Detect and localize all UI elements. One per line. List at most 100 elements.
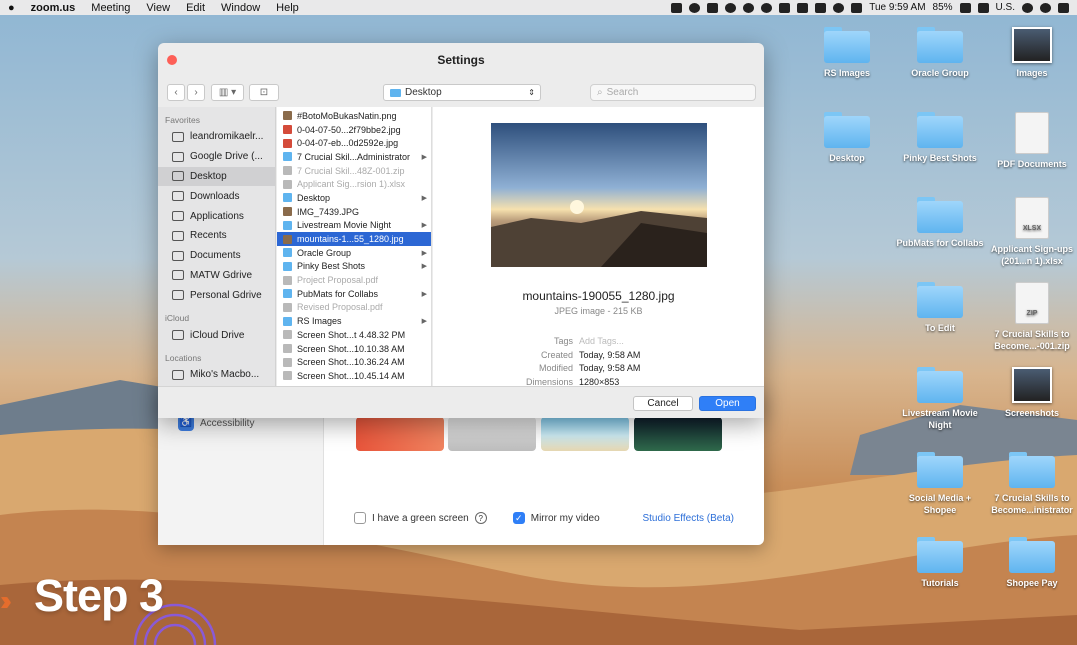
search-spotlight-icon[interactable] [1022,2,1033,13]
background-thumb-1[interactable] [356,417,444,451]
desktop-icon[interactable]: PDF Documents [987,112,1077,170]
file-row[interactable]: IMG_7439.JPG [277,205,431,219]
file-row[interactable]: 7 Crucial Skil...48Z-001.zip [277,164,431,178]
image-stack-icon [1012,367,1052,403]
desktop-icon[interactable]: Social Media + Shopee [895,452,985,516]
desktop-icon[interactable]: Oracle Group [895,27,985,79]
file-row[interactable]: Pinky Best Shots ▶ [277,260,431,274]
desktop-icon[interactable]: Shopee Pay [987,537,1077,589]
desktop-icon[interactable]: 7 Crucial Skills to Become...inistrator [987,452,1077,516]
control-center-icon[interactable] [1058,2,1069,13]
file-name: PubMats for Collabs [297,288,379,299]
file-row[interactable]: Applicant Sig...rsion 1).xlsx [277,177,431,191]
menu-help[interactable]: Help [268,2,307,14]
apple-menu-icon[interactable]: ● [0,2,23,14]
desktop-icon[interactable]: XLSX Applicant Sign-ups (201...n 1).xlsx [987,197,1077,267]
background-thumb-aurora[interactable] [634,417,722,451]
wifi-icon[interactable] [833,2,845,13]
desktop-icon[interactable]: To Edit [895,282,985,334]
hand-icon[interactable] [815,2,827,13]
siri-icon[interactable] [1040,2,1051,13]
menu-window[interactable]: Window [213,2,268,14]
file-row[interactable]: Project Proposal.pdf [277,273,431,287]
metadata-value: 1280×853 [579,376,620,387]
file-row[interactable]: 7 Crucial Skil...Administrator ▶ [277,150,431,164]
sidebar-item-favorite[interactable]: Downloads [158,186,275,206]
file-row[interactable]: PubMats for Collabs ▶ [277,287,431,301]
zoom-status-icon[interactable] [671,2,683,13]
sidebar-place-icon [172,230,184,241]
add-tags-field[interactable]: Add Tags... [579,336,624,346]
new-folder-button[interactable]: ⊡ [249,84,279,101]
battery-percent[interactable]: 85% [933,2,953,13]
desktop-icon[interactable]: Tutorials [895,537,985,589]
location-popup[interactable]: Desktop ⇕ [383,84,541,101]
menu-app-name[interactable]: zoom.us [23,2,84,14]
file-row[interactable]: Revised Proposal.pdf [277,301,431,315]
stylus-icon[interactable] [779,2,791,13]
back-button[interactable]: ‹ [167,84,185,101]
desktop-icon[interactable]: ZIP 7 Crucial Skills to Become...-001.zip [987,282,1077,352]
file-row[interactable]: 0-04-07-50...2f79bbe2.jpg [277,123,431,137]
desktop-icon[interactable]: PubMats for Collabs [895,197,985,249]
file-row[interactable]: Screen Shot...10.45.14 AM [277,369,431,383]
close-button[interactable] [167,55,177,65]
menu-meeting[interactable]: Meeting [83,2,138,14]
sidebar-item-favorite[interactable]: Recents [158,226,275,246]
file-icon [283,207,292,217]
folder-icon [283,261,292,271]
file-row[interactable]: #BotoMoBukasNatin.png [277,109,431,123]
sidebar-item-favorite[interactable]: Personal Gdrive [158,285,275,305]
green-screen-checkbox[interactable] [354,512,366,524]
file-row[interactable]: RS Images ▶ [277,314,431,328]
file-row[interactable]: 0-04-07-eb...0d2592e.jpg [277,136,431,150]
background-thumb-2[interactable] [448,417,536,451]
desktop-icon[interactable]: Desktop [802,112,892,164]
drive-icon[interactable] [761,2,773,13]
flag-icon[interactable] [977,2,989,13]
file-row[interactable]: Screen Shot...10.10.38 AM [277,342,431,356]
sidebar-item-favorite[interactable]: MATW Gdrive [158,266,275,286]
file-row[interactable]: Livestream Movie Night ▶ [277,219,431,233]
sidebar-item-location[interactable]: Miko's Macbo... [158,365,275,385]
sidebar-item-favorite[interactable]: Desktop [158,166,275,187]
desktop-icon[interactable]: Livestream Movie Night [895,367,985,431]
desktop-icon[interactable]: Pinky Best Shots [895,112,985,164]
help-icon[interactable]: ? [474,512,487,524]
file-row[interactable]: mountains-1...55_1280.jpg [277,232,431,246]
cloud-upload-icon[interactable] [725,2,737,13]
file-row[interactable]: Desktop ▶ [277,191,431,205]
desktop-icon-label: Pinky Best Shots [903,153,977,163]
open-button[interactable]: Open [699,396,756,411]
background-thumb-beach[interactable] [541,417,629,451]
file-row[interactable]: Screen Shot...10.36.24 AM [277,355,431,369]
search-field[interactable]: ⌕ Search [590,84,756,101]
cloud-icon[interactable] [743,2,755,13]
forward-button[interactable]: › [187,84,205,101]
view-mode-button[interactable]: ▥ ▾ [211,84,244,101]
studio-effects-link[interactable]: Studio Effects (Beta) [642,513,734,524]
bluetooth-icon[interactable] [851,2,863,13]
cancel-button[interactable]: Cancel [633,396,693,411]
menu-view[interactable]: View [138,2,178,14]
check-icon[interactable] [707,2,719,13]
file-preview-pane: mountains-190055_1280.jpg JPEG image - 2… [433,107,764,387]
sidebar-item-icloud[interactable]: iCloud Drive [158,325,275,345]
clock[interactable]: Tue 9:59 AM [869,2,925,13]
notification-icon[interactable] [797,2,809,13]
input-source[interactable]: U.S. [996,2,1015,13]
desktop-icon[interactable]: Screenshots [987,367,1077,419]
desktop-icon[interactable]: Images [987,27,1077,79]
file-row[interactable]: Oracle Group ▶ [277,246,431,260]
sidebar-item-favorite[interactable]: Documents [158,246,275,266]
file-row[interactable]: Screen Shot...t 4.48.32 PM [277,328,431,342]
timer-icon[interactable] [689,2,701,13]
sidebar-item-favorite[interactable]: leandromikaelr... [158,127,275,147]
chevron-decoration-icon: ››› [0,585,12,616]
sidebar-item-favorite[interactable]: Applications [158,206,275,226]
desktop-icon[interactable]: RS Images [802,27,892,79]
battery-icon[interactable] [959,2,971,13]
mirror-video-checkbox[interactable]: ✓ [512,512,525,524]
menu-edit[interactable]: Edit [178,2,213,14]
sidebar-item-favorite[interactable]: Google Drive (... [158,147,275,167]
